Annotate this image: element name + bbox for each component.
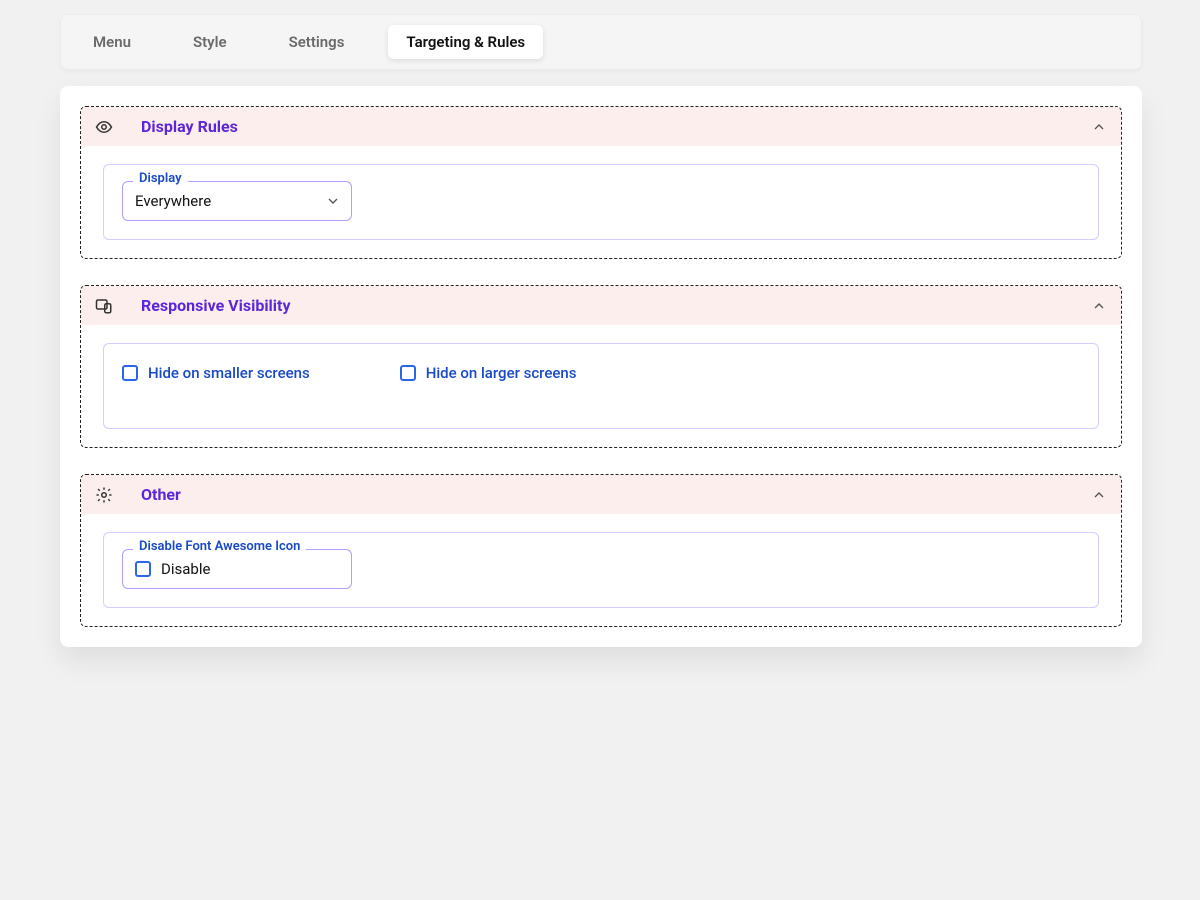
display-select-value: Everywhere [135, 192, 211, 210]
gear-icon [95, 486, 113, 504]
tab-bar: Menu Style Settings Targeting & Rules [60, 14, 1142, 70]
tab-settings[interactable]: Settings [271, 25, 363, 59]
tab-targeting-rules[interactable]: Targeting & Rules [388, 25, 543, 59]
section-header-other[interactable]: Other [81, 475, 1121, 514]
chevron-up-icon [1091, 119, 1107, 135]
section-body-display-rules: Everywhere [81, 146, 1121, 258]
checkbox-box-icon [400, 365, 416, 381]
checkbox-hide-smaller[interactable]: Hide on smaller screens [122, 364, 310, 382]
responsive-check-row: Hide on smaller screens Hide on larger s… [122, 360, 1080, 410]
disable-fa-toggle[interactable]: Disable [122, 549, 352, 589]
checkbox-box-icon [122, 365, 138, 381]
checkbox-label: Hide on smaller screens [148, 364, 310, 382]
section-responsive-visibility: Responsive Visibility Hide on smaller sc… [80, 285, 1122, 448]
settings-canvas: Menu Style Settings Targeting & Rules Di… [0, 0, 1200, 647]
section-title: Display Rules [141, 117, 238, 136]
responsive-visibility-field-box: Hide on smaller screens Hide on larger s… [103, 343, 1099, 429]
chevron-down-icon [325, 193, 341, 209]
checkbox-label: Hide on larger screens [426, 364, 577, 382]
checkbox-box-icon [135, 561, 151, 577]
section-title: Other [141, 485, 181, 504]
disable-fa-label: Disable [161, 560, 210, 578]
devices-icon [95, 297, 113, 315]
section-body-responsive-visibility: Hide on smaller screens Hide on larger s… [81, 325, 1121, 447]
section-other: Other Disable [80, 474, 1122, 627]
tab-style[interactable]: Style [175, 25, 245, 59]
section-body-other: Disable [81, 514, 1121, 626]
main-panel: Display Rules Everywhere [60, 86, 1142, 647]
display-rules-field-box: Everywhere [103, 164, 1099, 240]
section-display-rules: Display Rules Everywhere [80, 106, 1122, 259]
chevron-up-icon [1091, 298, 1107, 314]
section-title: Responsive Visibility [141, 296, 291, 315]
chevron-up-icon [1091, 487, 1107, 503]
checkbox-hide-larger[interactable]: Hide on larger screens [400, 364, 577, 382]
display-select[interactable]: Everywhere [122, 181, 352, 221]
display-rules-icon [95, 118, 113, 136]
section-header-display-rules[interactable]: Display Rules [81, 107, 1121, 146]
other-field-box: Disable [103, 532, 1099, 608]
section-header-responsive-visibility[interactable]: Responsive Visibility [81, 286, 1121, 325]
tab-menu[interactable]: Menu [75, 25, 149, 59]
